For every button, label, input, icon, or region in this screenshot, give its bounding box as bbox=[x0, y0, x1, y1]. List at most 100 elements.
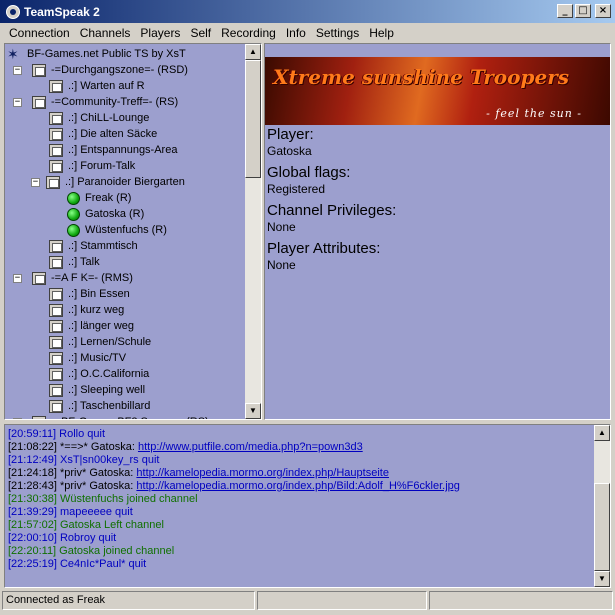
channel-tree-panel: ✶ BF-Games.net Public TS by XsT − -=Durch… bbox=[4, 43, 262, 420]
collapse-toggle-icon[interactable]: − bbox=[31, 177, 40, 187]
menu-info[interactable]: Info bbox=[281, 26, 311, 40]
channel-icon bbox=[49, 335, 63, 349]
channel-item[interactable]: .:] Forum-Talk bbox=[49, 158, 135, 174]
channel-name: .:] kurz weg bbox=[68, 304, 125, 316]
close-button[interactable]: × bbox=[595, 4, 611, 18]
channel-item[interactable]: .:] Die alten Säcke bbox=[49, 126, 157, 142]
log-text: [21:08:22] *==>* Gatoska: bbox=[8, 441, 138, 453]
channel-name: .:] länger weg bbox=[68, 320, 135, 332]
log-text: [21:24:18] *priv* Gatoska: bbox=[8, 467, 137, 479]
log-scroll-thumb[interactable] bbox=[594, 483, 610, 571]
channel-item[interactable]: .:] länger weg bbox=[49, 318, 134, 334]
chat-log[interactable]: [20:59:11] Rollo quit [21:08:22] *==>* Ga… bbox=[4, 424, 611, 588]
log-text: [21:30:38] Wüstenfuchs joined channel bbox=[8, 493, 198, 505]
channel-privileges-value: None bbox=[267, 220, 296, 234]
log-line: [22:00:10] Robroy quit bbox=[8, 532, 116, 545]
window-title: TeamSpeak 2 bbox=[24, 4, 100, 19]
channel-name: .:] Talk bbox=[68, 256, 100, 268]
channel-item[interactable]: .:] Warten auf R bbox=[49, 78, 145, 94]
channel-icon bbox=[49, 351, 63, 365]
channel-item[interactable]: .:] Lernen/Schule bbox=[49, 334, 151, 350]
player-name: Gatoska (R) bbox=[85, 208, 145, 220]
menu-channels[interactable]: Channels bbox=[75, 26, 136, 40]
channel-name: .:] Paranoider Biergarten bbox=[65, 176, 185, 188]
info-panel: Xtreme sunshine Troopers - feel the sun … bbox=[264, 43, 611, 420]
log-scroll-up-button[interactable]: ▲ bbox=[594, 425, 610, 441]
player-item[interactable]: Gatoska (R) bbox=[67, 206, 144, 222]
log-text: [22:25:19] Ce4nIc*Paul* quit bbox=[8, 558, 147, 570]
log-line: [21:30:38] Wüstenfuchs joined channel bbox=[8, 493, 198, 506]
log-link[interactable]: http://kamelopedia.mormo.org/index.php/B… bbox=[136, 480, 459, 492]
collapse-toggle-icon[interactable]: − bbox=[13, 417, 22, 419]
channel-item[interactable]: − -=Community-Treff=- (RS) bbox=[13, 94, 178, 110]
channel-name: -=BF-Games BF2 Server=- (RS) bbox=[51, 416, 209, 419]
player-name: Wüstenfuchs (R) bbox=[85, 224, 167, 236]
channel-item[interactable]: − -=Durchgangszone=- (RSD) bbox=[13, 62, 188, 78]
channel-item[interactable]: .:] Bin Essen bbox=[49, 286, 130, 302]
menu-bar: Connection Channels Players Self Recording In… bbox=[0, 23, 615, 42]
global-flags-value: Registered bbox=[267, 182, 326, 196]
collapse-toggle-icon[interactable]: − bbox=[13, 65, 22, 75]
channel-item[interactable]: − -=A F K=- (RMS) bbox=[13, 270, 133, 286]
channel-icon bbox=[49, 287, 63, 301]
log-line: [22:25:19] Ce4nIc*Paul* quit bbox=[8, 558, 146, 571]
channel-item[interactable]: .:] Music/TV bbox=[49, 350, 126, 366]
server-root[interactable]: ✶ BF-Games.net Public TS by XsT bbox=[7, 46, 186, 62]
scroll-thumb[interactable] bbox=[245, 60, 261, 178]
channel-name: .:] Warten auf R bbox=[68, 80, 145, 92]
scroll-up-button[interactable]: ▲ bbox=[245, 44, 261, 60]
menu-connection[interactable]: Connection bbox=[4, 26, 75, 40]
log-scroll-down-button[interactable]: ▼ bbox=[594, 571, 610, 587]
channel-tree[interactable]: ✶ BF-Games.net Public TS by XsT − -=Durch… bbox=[5, 44, 245, 419]
player-item[interactable]: Wüstenfuchs (R) bbox=[67, 222, 167, 238]
channel-item[interactable]: .:] Sleeping well bbox=[49, 382, 145, 398]
channel-name: .:] Die alten Säcke bbox=[68, 128, 158, 140]
channel-icon bbox=[49, 159, 63, 173]
channel-item[interactable]: − -=BF-Games BF2 Server=- (RS) bbox=[13, 414, 209, 419]
log-line: [22:20:11] Gatoska joined channel bbox=[8, 545, 174, 558]
log-line: [21:24:18] *priv* Gatoska: http://kamelo… bbox=[8, 467, 389, 480]
channel-item[interactable]: .:] O.C.California bbox=[49, 366, 149, 382]
channel-icon bbox=[49, 383, 63, 397]
tree-scrollbar[interactable]: ▲ ▼ bbox=[245, 44, 261, 419]
channel-item[interactable]: .:] Talk bbox=[49, 254, 100, 270]
channel-name: .:] O.C.California bbox=[68, 368, 150, 380]
channel-icon bbox=[49, 303, 63, 317]
channel-item[interactable]: .:] Taschenbillard bbox=[49, 398, 150, 414]
menu-players[interactable]: Players bbox=[135, 26, 185, 40]
channel-name: .:] ChiLL-Lounge bbox=[68, 112, 150, 124]
menu-settings[interactable]: Settings bbox=[311, 26, 364, 40]
minimize-button[interactable]: _ bbox=[557, 4, 573, 18]
channel-item[interactable]: .:] ChiLL-Lounge bbox=[49, 110, 149, 126]
maximize-button[interactable]: □ bbox=[575, 4, 591, 18]
player-status-icon bbox=[67, 191, 80, 205]
log-link[interactable]: http://kamelopedia.mormo.org/index.php/H… bbox=[136, 467, 389, 479]
channel-icon bbox=[49, 255, 63, 269]
collapse-toggle-icon[interactable]: − bbox=[13, 273, 22, 283]
scroll-down-button[interactable]: ▼ bbox=[245, 403, 261, 419]
player-item[interactable]: Freak (R) bbox=[67, 190, 131, 206]
player-status-icon bbox=[67, 207, 80, 221]
menu-help[interactable]: Help bbox=[364, 26, 399, 40]
channel-privileges-label: Channel Privileges: bbox=[267, 202, 397, 219]
log-text: [21:39:29] mapeeeee quit bbox=[8, 506, 133, 518]
menu-self[interactable]: Self bbox=[185, 26, 216, 40]
banner-title: Xtreme sunshine Troopers bbox=[273, 65, 569, 89]
collapse-toggle-icon[interactable]: − bbox=[13, 97, 22, 107]
channel-item[interactable]: .:] Entspannungs-Area bbox=[49, 142, 177, 158]
log-scrollbar[interactable]: ▲ ▼ bbox=[594, 425, 610, 587]
channel-name: .:] Lernen/Schule bbox=[68, 336, 152, 348]
channel-item[interactable]: .:] Stammtisch bbox=[49, 238, 138, 254]
channel-icon bbox=[49, 239, 63, 253]
channel-item[interactable]: − .:] Paranoider Biergarten bbox=[31, 174, 185, 190]
channel-name: -=A F K=- (RMS) bbox=[51, 272, 133, 284]
channel-icon bbox=[46, 175, 60, 189]
log-link[interactable]: http://www.putfile.com/media.php?n=pown3… bbox=[138, 441, 363, 453]
player-attributes-label: Player Attributes: bbox=[267, 240, 381, 257]
channel-item[interactable]: .:] kurz weg bbox=[49, 302, 124, 318]
log-text: [21:12:49] XsT|sn00key_rs quit bbox=[8, 454, 160, 466]
connection-status: Connected as Freak bbox=[2, 591, 255, 610]
channel-icon bbox=[49, 79, 63, 93]
log-line: [21:57:02] Gatoska Left channel bbox=[8, 519, 164, 532]
menu-recording[interactable]: Recording bbox=[216, 26, 281, 40]
